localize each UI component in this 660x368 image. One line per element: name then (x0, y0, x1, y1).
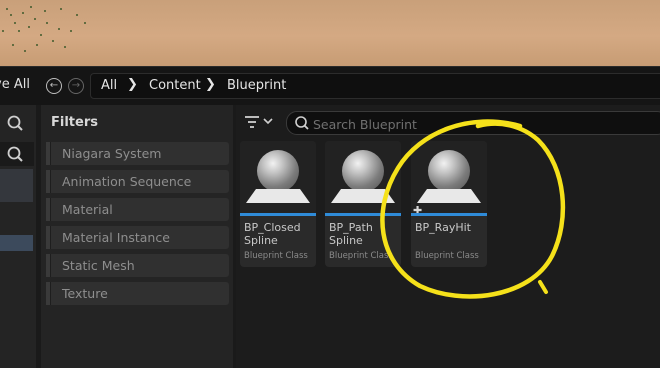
asset-name: BP_RayHit (415, 221, 471, 234)
filters-panel: Filters Niagara System Animation Sequenc… (41, 105, 233, 368)
asset-type-bar (325, 213, 401, 216)
sources-search-button[interactable] (0, 111, 34, 135)
search-icon (7, 115, 23, 131)
content-browser-toolbar: ve All ← → All ❯ Content ❯ Blueprint (0, 66, 660, 105)
filters-title: Filters (51, 115, 98, 130)
vegetation-dot (64, 46, 66, 48)
sphere-icon (428, 150, 470, 192)
asset-type-bar (240, 213, 316, 216)
chevron-right-icon: ❯ (205, 77, 216, 92)
filter-checkbox[interactable] (46, 170, 51, 193)
filter-dropdown-button[interactable] (244, 115, 276, 133)
breadcrumb: All ❯ Content ❯ Blueprint (90, 73, 660, 99)
vegetation-dot (14, 22, 16, 24)
filter-checkbox[interactable] (46, 226, 51, 249)
sphere-icon (257, 150, 299, 192)
asset-tile[interactable]: ✚ BP_RayHit Blueprint Class (411, 141, 487, 267)
sphere-icon (342, 150, 384, 192)
filter-label: Animation Sequence (62, 174, 192, 189)
vegetation-dot (34, 18, 36, 20)
asset-view: BP_Closed Spline Blueprint Class BP_Path… (236, 105, 660, 368)
vegetation-dot (2, 30, 4, 32)
folder-tree-row-selected[interactable] (0, 235, 33, 251)
search-input[interactable] (311, 114, 655, 134)
asset-name: BP_Closed Spline (244, 221, 301, 247)
asset-search-box[interactable] (286, 111, 660, 135)
save-all-button[interactable]: ve All (0, 77, 30, 92)
search-icon (7, 146, 23, 162)
vegetation-dot (70, 30, 72, 32)
back-arrow-icon[interactable]: ← (46, 78, 62, 94)
asset-class: Blueprint Class (329, 251, 393, 261)
asset-class: Blueprint Class (244, 251, 308, 261)
asset-thumbnail: ✚ (411, 141, 487, 217)
chevron-right-icon: ❯ (127, 77, 138, 92)
asset-class: Blueprint Class (415, 251, 479, 261)
filter-checkbox[interactable] (46, 282, 51, 305)
breadcrumb-item-all[interactable]: All (101, 78, 117, 93)
vegetation-dot (12, 44, 14, 46)
filter-niagara-system[interactable]: Niagara System (46, 142, 229, 165)
folder-tree-row[interactable] (0, 169, 33, 202)
filter-label: Static Mesh (62, 258, 135, 273)
pedestal-icon (417, 189, 481, 203)
vegetation-dot (84, 22, 86, 24)
pedestal-icon (331, 189, 395, 203)
breadcrumb-item-blueprint[interactable]: Blueprint (227, 78, 286, 93)
filter-checkbox[interactable] (46, 142, 51, 165)
vegetation-dot (10, 14, 12, 16)
vegetation-dot (76, 14, 78, 16)
filter-animation-sequence[interactable]: Animation Sequence (46, 170, 229, 193)
forward-arrow-icon[interactable]: → (68, 78, 84, 94)
asset-type-bar (411, 213, 487, 216)
vegetation-dot (24, 50, 26, 52)
collections-search-button[interactable] (0, 142, 34, 166)
vegetation-dot (36, 44, 38, 46)
vegetation-dot (28, 26, 30, 28)
vegetation-dot (22, 12, 24, 14)
filter-texture[interactable]: Texture (46, 282, 229, 305)
asset-tile[interactable]: BP_Path Spline Blueprint Class (325, 141, 401, 267)
vegetation-dot (30, 6, 32, 8)
filter-label: Niagara System (62, 146, 162, 161)
breadcrumb-item-content[interactable]: Content (149, 78, 201, 93)
search-icon (295, 116, 309, 130)
sources-panel (0, 105, 36, 368)
pedestal-icon (246, 189, 310, 203)
filter-checkbox[interactable] (46, 254, 51, 277)
asset-thumbnail (325, 141, 401, 213)
chevron-down-icon (263, 118, 273, 125)
filter-label: Material Instance (62, 230, 170, 245)
filter-icon (245, 116, 273, 128)
filter-checkbox[interactable] (46, 198, 51, 221)
vegetation-dot (44, 10, 46, 12)
asset-thumbnail (240, 141, 316, 213)
filter-material-instance[interactable]: Material Instance (46, 226, 229, 249)
asset-name: BP_Path Spline (329, 221, 373, 247)
filter-material[interactable]: Material (46, 198, 229, 221)
vegetation-dot (52, 40, 54, 42)
vegetation-dot (6, 8, 8, 10)
filter-static-mesh[interactable]: Static Mesh (46, 254, 229, 277)
vegetation-dot (60, 8, 62, 10)
filter-label: Material (62, 202, 113, 217)
viewport-preview (0, 0, 660, 66)
filter-label: Texture (62, 286, 108, 301)
asset-tile[interactable]: BP_Closed Spline Blueprint Class (240, 141, 316, 267)
vegetation-dot (18, 30, 20, 32)
vegetation-dot (46, 22, 48, 24)
vegetation-dot (40, 34, 42, 36)
vegetation-dot (58, 28, 60, 30)
